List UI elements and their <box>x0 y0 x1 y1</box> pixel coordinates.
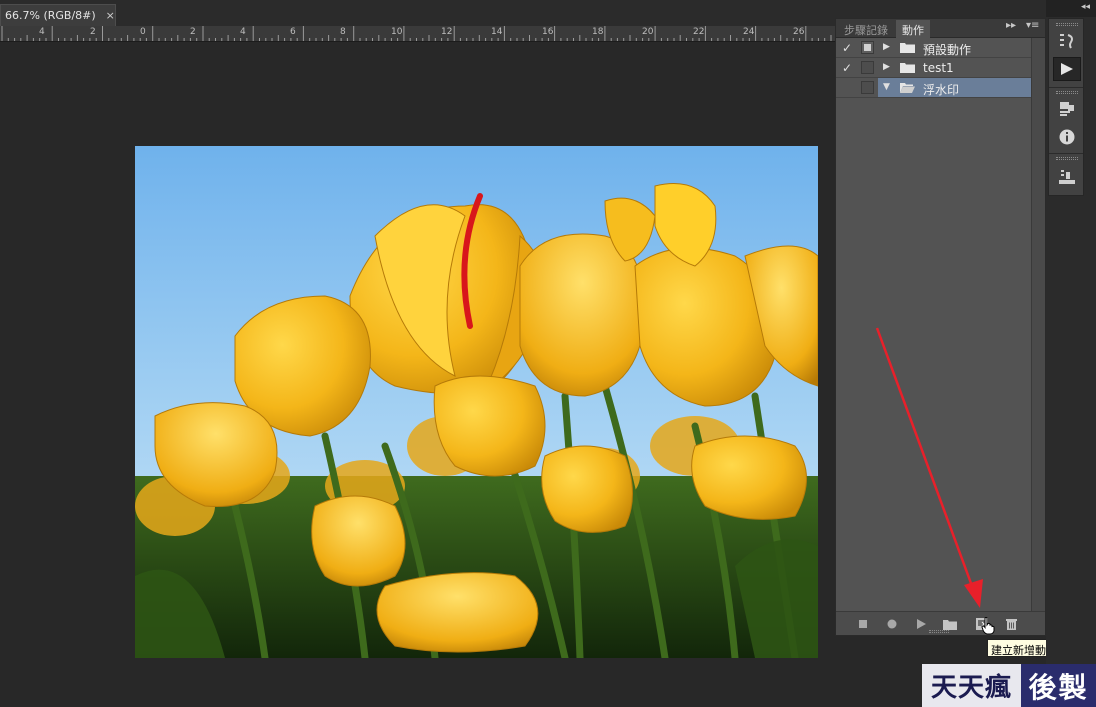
info-icon[interactable] <box>1053 125 1081 149</box>
folder-icon <box>900 43 915 53</box>
tab-actions[interactable]: 動作 <box>896 20 930 38</box>
tab-history[interactable]: 步驟記錄 <box>838 20 894 38</box>
panel-resize-grip[interactable] <box>929 630 949 633</box>
close-tab-icon[interactable]: × <box>106 9 115 22</box>
panel-scrollbar[interactable] <box>1031 38 1045 612</box>
tulip-image-art <box>135 146 818 658</box>
horizontal-ruler[interactable]: 4 2 0 2 4 6 8 10 12 14 16 18 20 22 24 26 <box>0 26 836 42</box>
action-set-name-cell[interactable]: ▶ 預設動作 <box>878 38 1031 57</box>
toggle-dialog-icon[interactable] <box>861 41 874 54</box>
ruler-label: 2 <box>190 27 196 37</box>
watermark-left-text: 天天瘋 <box>922 664 1021 707</box>
ruler-label: 22 <box>693 27 705 37</box>
panel-tab-strip: 步驟記錄 動作 ▸▸ ▾≡ <box>836 19 1045 38</box>
document-tab[interactable]: 66.7% (RGB/8#) × <box>0 4 116 26</box>
action-set-name-cell[interactable]: ▼ 浮水印 <box>878 78 1031 97</box>
toggle-dialog-icon[interactable] <box>861 81 874 94</box>
dock-grip[interactable] <box>1056 23 1078 26</box>
ruler-label: 0 <box>140 27 146 37</box>
trash-icon[interactable] <box>1002 615 1020 633</box>
action-set-row-selected[interactable]: ▼ 浮水印 <box>836 78 1031 98</box>
play-icon[interactable] <box>912 615 930 633</box>
dock-separator <box>1049 87 1083 88</box>
record-icon[interactable] <box>883 615 901 633</box>
canvas-area[interactable] <box>0 43 836 707</box>
layer-comps-icon[interactable] <box>1053 165 1081 189</box>
hand-cursor-icon <box>981 617 995 635</box>
ruler-label: 10 <box>391 27 403 37</box>
toggle-dialog-icon[interactable] <box>861 61 874 74</box>
action-set-name: 預設動作 <box>923 43 972 57</box>
dock-separator <box>1049 153 1083 154</box>
collapse-triangle-icon[interactable]: ▼ <box>883 82 893 92</box>
panel-menu-icon[interactable]: ▾≡ <box>1026 20 1039 31</box>
toggle-item-checkmark-icon[interactable]: ✓ <box>842 41 854 55</box>
watermark-right-text: 後製 <box>1021 664 1096 707</box>
play-actions-icon[interactable] <box>1053 57 1081 81</box>
ruler-label: 12 <box>441 27 453 37</box>
ruler-label: 4 <box>240 27 246 37</box>
dock-column <box>1048 18 1084 196</box>
action-set-row[interactable]: ✓ ▶ test1 <box>836 58 1031 78</box>
action-set-name: test1 <box>923 61 954 75</box>
document-tab-label: 66.7% (RGB/8#) <box>5 9 96 22</box>
dock-grip[interactable] <box>1056 91 1078 94</box>
ruler-label: 6 <box>290 27 296 37</box>
right-icon-dock: ◂◂ <box>1046 0 1096 707</box>
collapse-dock-icon[interactable]: ◂◂ <box>1081 2 1090 12</box>
action-list: ✓ ▶ 預設動作 ✓ ▶ test1 ▼ 浮水印 <box>836 38 1031 98</box>
open-folder-icon <box>900 83 915 93</box>
ruler-label: 20 <box>642 27 654 37</box>
actions-panel: 步驟記錄 動作 ▸▸ ▾≡ ✓ ▶ 預設動作 ✓ ▶ test1 ▼ 浮水印 <box>835 18 1046 636</box>
ruler-label: 2 <box>90 27 96 37</box>
ruler-label: 18 <box>592 27 604 37</box>
dock-header: ◂◂ <box>1046 0 1096 17</box>
ruler-label: 26 <box>793 27 805 37</box>
ruler-label: 14 <box>491 27 503 37</box>
ruler-label: 24 <box>743 27 755 37</box>
ruler-ticks <box>1 26 832 41</box>
expand-triangle-icon[interactable]: ▶ <box>883 62 893 72</box>
action-set-name-cell[interactable]: ▶ test1 <box>878 58 1031 77</box>
folder-icon <box>900 63 915 73</box>
toggle-item-checkmark-icon[interactable] <box>842 81 854 95</box>
stop-icon[interactable] <box>854 615 872 633</box>
tulip-photo[interactable] <box>135 146 818 658</box>
ruler-label: 8 <box>340 27 346 37</box>
ruler-label: 16 <box>542 27 554 37</box>
dock-grip[interactable] <box>1056 157 1078 160</box>
expand-triangle-icon[interactable]: ▶ <box>883 42 893 52</box>
action-set-row[interactable]: ✓ ▶ 預設動作 <box>836 38 1031 58</box>
history-brush-icon[interactable] <box>1053 29 1081 53</box>
ruler-label: 4 <box>39 27 45 37</box>
properties-icon[interactable] <box>1053 97 1081 121</box>
action-set-name: 浮水印 <box>923 83 960 97</box>
watermark-logo: 天天瘋 後製 <box>922 664 1096 707</box>
toggle-item-checkmark-icon[interactable]: ✓ <box>842 61 854 75</box>
panel-expand-icon[interactable]: ▸▸ <box>1006 20 1016 31</box>
